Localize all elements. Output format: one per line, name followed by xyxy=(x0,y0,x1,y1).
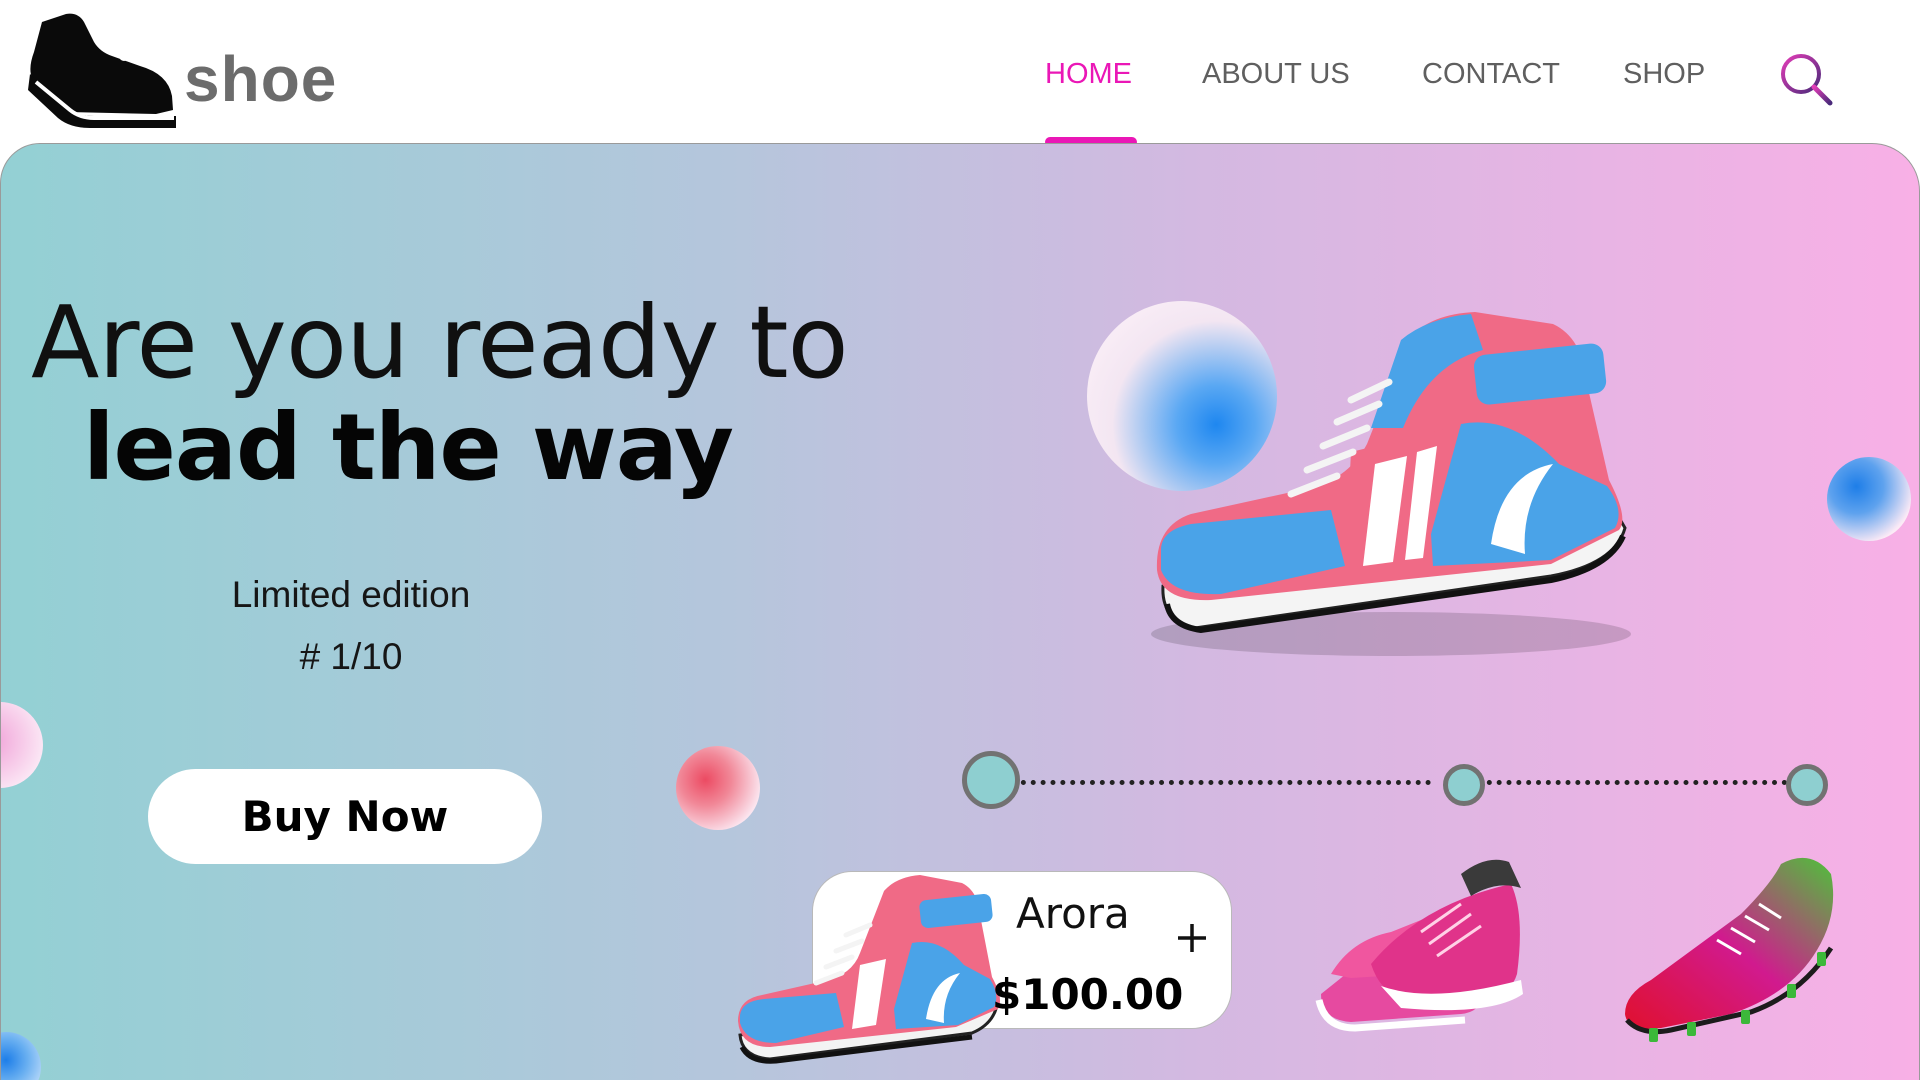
site-header: shoe HOME ABOUT US CONTACT SHOP xyxy=(0,0,1920,147)
brand-name: shoe xyxy=(184,43,338,115)
sneaker-logo-icon xyxy=(28,13,176,128)
carousel-track xyxy=(1477,780,1797,785)
carousel-step-3[interactable] xyxy=(1786,764,1828,806)
nav-contact[interactable]: CONTACT xyxy=(1422,58,1560,91)
edition-number: # 1/10 xyxy=(299,636,403,677)
headline-line-2: lead the way xyxy=(83,394,734,501)
hero-section: Are you ready to lead the way Limited ed… xyxy=(0,143,1920,1080)
decorative-bubble xyxy=(1,702,43,788)
nav-home[interactable]: HOME xyxy=(1045,58,1132,91)
plus-icon[interactable] xyxy=(1174,920,1210,956)
product-price: $100.00 xyxy=(992,970,1184,1019)
headline-line-1: Are you ready to xyxy=(31,284,849,401)
carousel-step-2[interactable] xyxy=(1443,764,1485,806)
product-name: Arora xyxy=(1016,889,1130,938)
search-icon xyxy=(1781,54,1833,106)
carousel-track xyxy=(1011,780,1431,785)
search-button[interactable] xyxy=(1778,51,1834,107)
buy-now-button[interactable]: Buy Now xyxy=(148,769,542,864)
nav-shop[interactable]: SHOP xyxy=(1623,58,1705,91)
decorative-bubble xyxy=(676,746,760,830)
edition-info: Limited edition # 1/10 xyxy=(201,564,501,688)
decorative-bubble xyxy=(1827,457,1911,541)
product-card-sneaker-image xyxy=(738,875,1000,1064)
edition-label: Limited edition xyxy=(231,574,471,615)
featured-sneaker-image xyxy=(1151,312,1631,656)
pink-running-shoe-thumbnail[interactable] xyxy=(1311,844,1531,1044)
nav-about-us[interactable]: ABOUT US xyxy=(1202,58,1350,91)
brand-logo[interactable]: shoe xyxy=(28,12,336,130)
football-boot-thumbnail[interactable] xyxy=(1621,844,1841,1044)
carousel-step-1[interactable] xyxy=(962,751,1020,809)
decorative-bubble xyxy=(1,1032,41,1080)
